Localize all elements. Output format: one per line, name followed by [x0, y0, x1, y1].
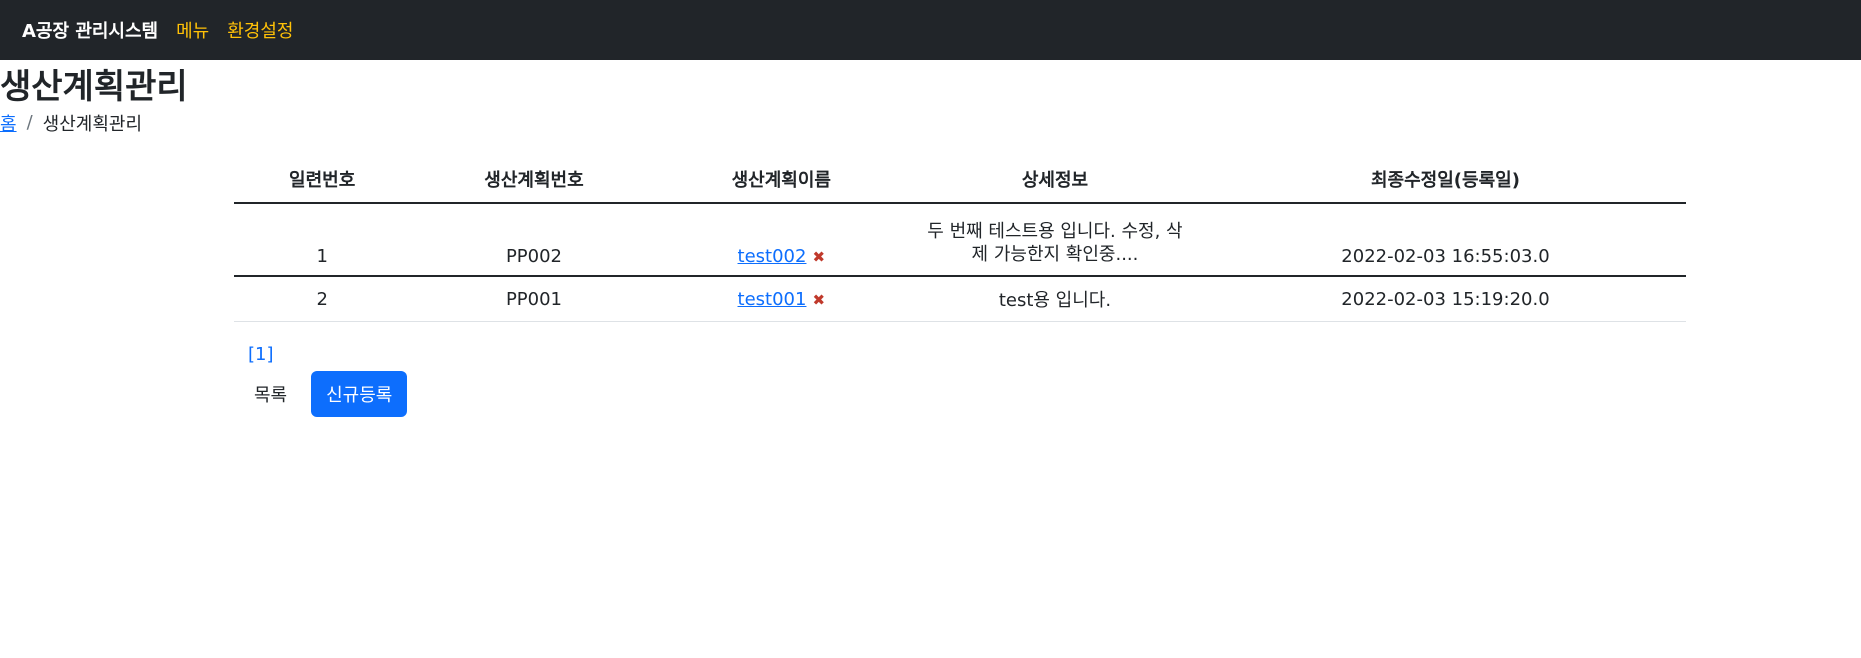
nav-link-settings[interactable]: 환경설정: [227, 17, 293, 43]
pagination: [1]: [248, 344, 1686, 365]
table-row: 1 PP002 test002 ✖ 두 번째 테스트용 입니다. 수정, 삭제 가…: [234, 202, 1686, 277]
cell-detail: test용 입니다.: [904, 275, 1205, 323]
cell-plan-no: PP002: [410, 202, 658, 277]
cell-plan-name: test001 ✖: [657, 275, 905, 323]
cell-updated: 2022-02-03 15:19:20.0: [1204, 275, 1686, 323]
plan-name-link[interactable]: test002: [738, 246, 807, 267]
action-buttons: 목록 신규등록: [234, 371, 1686, 418]
cell-updated: 2022-02-03 16:55:03.0: [1204, 202, 1686, 277]
breadcrumb-separator: /: [26, 112, 33, 134]
breadcrumb-home-link[interactable]: 홈: [0, 110, 17, 136]
production-plan-table: 일련번호 생산계획번호 생산계획이름 상세정보 최종수정일(등록일) 1 PP0…: [234, 155, 1686, 323]
nav-link-menu[interactable]: 메뉴: [176, 17, 209, 43]
delete-x-icon[interactable]: ✖: [812, 291, 825, 309]
new-register-button[interactable]: 신규등록: [311, 371, 408, 418]
header-plan-name: 생산계획이름: [657, 155, 905, 204]
cell-detail: 두 번째 테스트용 입니다. 수정, 삭제 가능한지 확인중....: [904, 202, 1205, 277]
cell-plan-no: PP001: [410, 275, 658, 323]
header-updated: 최종수정일(등록일): [1204, 155, 1686, 204]
plan-table-container: 일련번호 생산계획번호 생산계획이름 상세정보 최종수정일(등록일) 1 PP0…: [234, 155, 1686, 418]
breadcrumb-current: 생산계획관리: [42, 113, 142, 135]
plan-name-link[interactable]: test001: [738, 289, 807, 310]
table-row: 2 PP001 test001 ✖ test용 입니다. 2022-02-03 1…: [234, 275, 1686, 323]
header-detail: 상세정보: [904, 155, 1205, 204]
list-button[interactable]: 목록: [234, 373, 307, 415]
table-header-row: 일련번호 생산계획번호 생산계획이름 상세정보 최종수정일(등록일): [234, 155, 1686, 204]
top-navbar: A공장 관리시스템 메뉴 환경설정: [0, 0, 1861, 60]
delete-x-icon[interactable]: ✖: [812, 248, 825, 266]
cell-serial-no: 1: [234, 202, 411, 277]
detail-text: 두 번째 테스트용 입니다. 수정, 삭제 가능한지 확인중....: [927, 221, 1183, 266]
breadcrumb: 홈 / 생산계획관리: [0, 110, 1861, 136]
header-plan-no: 생산계획번호: [410, 155, 658, 204]
cell-serial-no: 2: [234, 275, 411, 323]
page-title: 생산계획관리: [0, 67, 188, 107]
cell-plan-name: test002 ✖: [657, 202, 905, 277]
header-serial-no: 일련번호: [234, 155, 411, 204]
page-link-1[interactable]: [1]: [248, 344, 274, 365]
brand-link[interactable]: A공장 관리시스템: [22, 17, 158, 43]
